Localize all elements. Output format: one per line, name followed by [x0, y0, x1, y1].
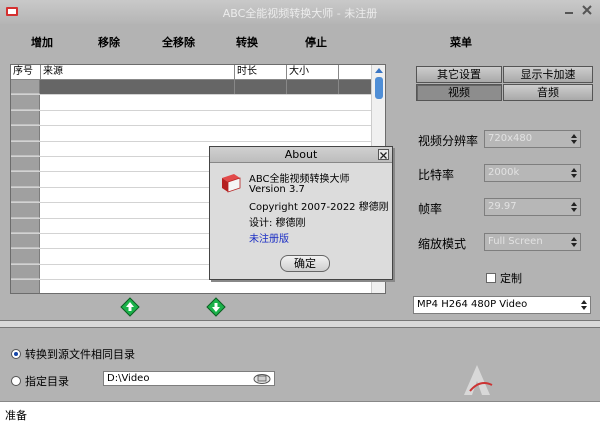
- framerate-select[interactable]: 29.97: [484, 198, 581, 216]
- row-index-cell: [11, 95, 40, 110]
- scroll-thumb[interactable]: [375, 77, 383, 99]
- remove-all-button[interactable]: 全移除: [162, 34, 195, 50]
- row-index-cell: [11, 126, 40, 141]
- table-row[interactable]: [11, 280, 385, 293]
- convert-button[interactable]: 转换: [236, 34, 258, 50]
- tab-video[interactable]: 视频: [416, 84, 502, 101]
- about-app-name: ABC全能视频转换大师: [249, 174, 350, 185]
- app-logo-icon: [222, 174, 241, 193]
- spinner-icon: [571, 202, 577, 212]
- about-designer: 设计: 穆德刚: [249, 218, 306, 229]
- title-bar: ABC全能视频转换大师 - 未注册: [0, 0, 600, 24]
- row-cell: [41, 80, 235, 95]
- about-ok-button[interactable]: 确定: [280, 255, 330, 272]
- table-row[interactable]: [11, 80, 385, 96]
- move-down-icon[interactable]: [206, 297, 226, 317]
- output-format-value: MP4 H264 480P Video: [417, 299, 528, 310]
- resolution-label: 视频分辨率: [418, 134, 479, 148]
- row-index-cell: [11, 264, 40, 280]
- resolution-value: 720x480: [488, 133, 533, 144]
- custom-dir-radio[interactable]: 指定目录: [11, 373, 69, 389]
- tab-display-acceleration[interactable]: 显示卡加速: [503, 66, 593, 83]
- column-header-size[interactable]: 大小: [287, 65, 339, 80]
- custom-dir-label: 指定目录: [25, 375, 69, 388]
- about-dialog: About ABC全能视频转换大师 Version 3.7 Copyright …: [209, 146, 393, 280]
- watermark-logo: [460, 361, 596, 401]
- panel-divider: [0, 320, 600, 328]
- scale-mode-select[interactable]: Full Screen: [484, 233, 581, 251]
- scroll-up-icon[interactable]: [375, 68, 383, 73]
- add-button[interactable]: 增加: [31, 34, 53, 50]
- row-cell: [287, 80, 339, 95]
- spinner-icon: [571, 168, 577, 178]
- resolution-select[interactable]: 720x480: [484, 130, 581, 148]
- tab-audio[interactable]: 音频: [503, 84, 593, 101]
- about-dialog-title: About: [210, 147, 392, 163]
- row-index-cell: [11, 80, 40, 95]
- about-copyright: Copyright 2007-2022 穆德刚: [249, 202, 389, 213]
- minimize-icon[interactable]: [562, 3, 576, 17]
- row-index-cell: [11, 110, 40, 126]
- settings-tabs: 其它设置 显示卡加速 视频 音频: [416, 66, 596, 102]
- watermark-icon: [464, 365, 493, 395]
- output-dir-field[interactable]: D:\Video: [103, 371, 275, 386]
- custom-checkbox[interactable]: 定制: [486, 270, 522, 286]
- row-index-cell: [11, 218, 40, 233]
- column-header-duration[interactable]: 时长: [235, 65, 287, 80]
- bitrate-value: 2000k: [488, 167, 520, 178]
- row-index-cell: [11, 156, 40, 172]
- checkbox-box[interactable]: [486, 273, 496, 283]
- same-dir-label: 转换到源文件相同目录: [25, 348, 135, 361]
- stop-button[interactable]: 停止: [305, 34, 327, 50]
- row-index-cell: [11, 172, 40, 187]
- column-header-source[interactable]: 来源: [41, 65, 235, 80]
- tab-other-settings[interactable]: 其它设置: [416, 66, 502, 83]
- row-cell: [235, 80, 287, 95]
- window-title: ABC全能视频转换大师 - 未注册: [222, 7, 378, 20]
- output-format-select[interactable]: MP4 H264 480P Video: [413, 296, 591, 314]
- close-icon[interactable]: [379, 151, 388, 160]
- bitrate-label: 比特率: [418, 168, 455, 182]
- row-index-cell: [11, 141, 40, 156]
- move-up-icon[interactable]: [120, 297, 140, 317]
- radio-selected-icon[interactable]: [11, 349, 21, 359]
- scale-mode-row: 缩放模式 Full Screen: [418, 233, 593, 253]
- spinner-icon: [571, 237, 577, 247]
- browse-folder-icon[interactable]: [253, 373, 271, 384]
- row-index-cell: [11, 187, 40, 203]
- status-text: 准备: [5, 409, 27, 422]
- table-row[interactable]: [11, 110, 385, 127]
- row-index-cell: [11, 249, 40, 264]
- table-row[interactable]: [11, 126, 385, 142]
- same-dir-radio[interactable]: 转换到源文件相同目录: [11, 346, 135, 362]
- bitrate-select[interactable]: 2000k: [484, 164, 581, 182]
- framerate-row: 帧率 29.97: [418, 198, 593, 218]
- scale-mode-value: Full Screen: [488, 236, 543, 247]
- table-row[interactable]: [11, 95, 385, 111]
- framerate-label: 帧率: [418, 202, 443, 216]
- framerate-value: 29.97: [488, 201, 517, 212]
- row-index-cell: [11, 233, 40, 249]
- resolution-row: 视频分辨率 720x480: [418, 130, 593, 150]
- column-header-index[interactable]: 序号: [11, 65, 41, 80]
- main-window: ABC全能视频转换大师 - 未注册 增加 移除 全移除 转换 停止 菜单 序号 …: [0, 0, 600, 425]
- spinner-icon: [581, 300, 587, 310]
- row-index-cell: [11, 280, 40, 293]
- close-icon[interactable]: [580, 3, 594, 17]
- about-close-button[interactable]: [378, 149, 389, 160]
- status-bar: 准备: [0, 401, 600, 425]
- menu-button[interactable]: 菜单: [450, 34, 472, 50]
- spinner-icon: [571, 134, 577, 144]
- row-index-cell: [11, 203, 40, 218]
- bitrate-row: 比特率 2000k: [418, 164, 593, 184]
- output-dir-value: D:\Video: [107, 373, 150, 384]
- custom-label: 定制: [500, 272, 522, 285]
- about-unregistered-link[interactable]: 未注册版: [249, 230, 289, 245]
- toolbar: 增加 移除 全移除 转换 停止 菜单: [0, 34, 600, 54]
- about-version: Version 3.7: [249, 184, 305, 195]
- remove-button[interactable]: 移除: [98, 34, 120, 50]
- radio-icon[interactable]: [11, 376, 21, 386]
- scale-mode-label: 缩放模式: [418, 237, 467, 251]
- table-header: 序号 来源 时长 大小: [11, 65, 385, 80]
